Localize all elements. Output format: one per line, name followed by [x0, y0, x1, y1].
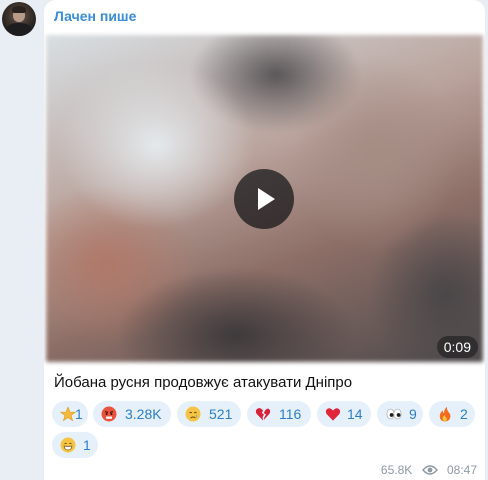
- crying-face-icon: [185, 406, 201, 422]
- avatar-figure-hair: [12, 6, 26, 13]
- star-icon: [60, 406, 76, 422]
- sender-name[interactable]: Лачен пише: [54, 8, 136, 24]
- eyes-icon: [386, 408, 402, 420]
- reaction-fire[interactable]: 2: [429, 401, 475, 427]
- message-caption: Йобана русня продовжує атакувати Дніпро: [54, 374, 353, 391]
- play-button[interactable]: [234, 169, 294, 229]
- reaction-eyes[interactable]: 9: [377, 401, 423, 427]
- views-eye-icon: [421, 465, 438, 475]
- reaction-broken-heart[interactable]: 116: [247, 401, 311, 427]
- reaction-red-heart[interactable]: 14: [317, 401, 371, 427]
- broken-heart-icon: [255, 408, 271, 421]
- video-duration: 0:09: [436, 336, 478, 358]
- grinning-face-icon: [60, 437, 76, 453]
- channel-avatar[interactable]: [2, 2, 36, 36]
- angry-face-icon: [101, 406, 117, 422]
- reaction-crying[interactable]: 521: [177, 401, 241, 427]
- message-bubble: Лачен пише 0:09 Йобана русня продовжує а…: [44, 0, 485, 480]
- message-meta: 65.8K 08:47: [381, 462, 477, 477]
- avatar-figure-body: [6, 23, 32, 36]
- reaction-angry[interactable]: 3.28K: [93, 401, 171, 427]
- red-heart-icon: [325, 408, 341, 421]
- reaction-grinning[interactable]: 1: [52, 432, 98, 458]
- message-time: 08:47: [446, 462, 477, 477]
- fire-icon: [439, 406, 451, 422]
- video-overlay: 0:09: [46, 35, 483, 362]
- reaction-star[interactable]: 1: [52, 401, 88, 427]
- play-icon: [258, 188, 275, 210]
- view-count: 65.8K: [380, 462, 413, 477]
